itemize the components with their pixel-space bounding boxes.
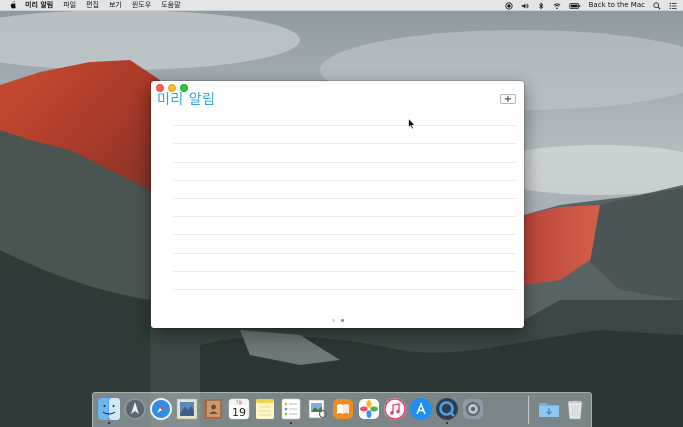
notification-center-icon[interactable] xyxy=(669,2,677,10)
bluetooth-icon[interactable] xyxy=(537,1,545,10)
menu-bar: 미리 알림 파일 편집 보기 윈도우 도움말 Back to the Mac xyxy=(0,0,683,11)
running-indicator xyxy=(108,422,110,424)
page-dot-2[interactable] xyxy=(340,319,344,322)
downloads-folder-icon[interactable] xyxy=(537,397,561,421)
wifi-icon[interactable] xyxy=(553,2,561,10)
menu-app-name[interactable]: 미리 알림 xyxy=(25,0,53,11)
dock: 7월 19 xyxy=(92,392,592,427)
add-reminder-button[interactable]: + xyxy=(500,94,516,105)
menu-window[interactable]: 윈도우 xyxy=(132,0,151,11)
list-item[interactable] xyxy=(173,108,516,127)
list-item[interactable] xyxy=(173,199,516,218)
ibooks-icon[interactable] xyxy=(331,397,355,421)
list-item[interactable] xyxy=(173,144,516,163)
finder-icon[interactable] xyxy=(97,397,121,421)
running-indicator xyxy=(446,422,448,424)
record-icon[interactable] xyxy=(505,1,513,10)
preview-icon[interactable] xyxy=(305,397,329,421)
running-indicator xyxy=(290,422,292,424)
apple-menu-icon[interactable] xyxy=(9,1,17,9)
list-item[interactable] xyxy=(173,217,516,236)
calendar-day-label: 19 xyxy=(232,406,246,419)
system-preferences-icon[interactable] xyxy=(461,397,485,421)
menu-file[interactable]: 파일 xyxy=(63,0,76,11)
list-item[interactable] xyxy=(173,181,516,199)
quicktime-icon[interactable] xyxy=(435,397,459,421)
launchpad-icon[interactable] xyxy=(123,397,147,421)
list-item[interactable] xyxy=(173,126,516,145)
mouse-pointer-icon xyxy=(408,118,416,130)
reminder-list xyxy=(173,108,516,290)
list-item[interactable] xyxy=(173,163,516,181)
page-indicator xyxy=(151,319,524,322)
status-area: Back to the Mac xyxy=(497,0,677,11)
itunes-icon[interactable] xyxy=(383,397,407,421)
reminders-icon[interactable] xyxy=(279,397,303,421)
mail-stamp-icon[interactable] xyxy=(175,397,199,421)
menu-help[interactable]: 도움말 xyxy=(161,0,180,11)
menu-view[interactable]: 보기 xyxy=(109,0,122,11)
calendar-icon[interactable]: 7월 19 xyxy=(227,397,251,421)
trash-icon[interactable] xyxy=(563,397,587,421)
page-dot-1[interactable] xyxy=(331,319,335,322)
calendar-month-label: 7월 xyxy=(236,399,243,405)
list-item[interactable] xyxy=(173,254,516,272)
notes-icon[interactable] xyxy=(253,397,277,421)
list-item[interactable] xyxy=(173,272,516,290)
reminders-window: 미리 알림 + xyxy=(151,81,524,328)
list-item[interactable] xyxy=(173,235,516,254)
contacts-icon[interactable] xyxy=(201,397,225,421)
back-to-the-mac-label[interactable]: Back to the Mac xyxy=(589,0,645,11)
menu-edit[interactable]: 편집 xyxy=(86,0,99,11)
window-title: 미리 알림 xyxy=(157,92,216,108)
spotlight-search-icon[interactable] xyxy=(653,1,661,10)
safari-icon[interactable] xyxy=(149,397,173,421)
battery-icon[interactable] xyxy=(569,2,581,10)
volume-icon[interactable] xyxy=(521,2,529,10)
photos-icon[interactable] xyxy=(357,397,381,421)
dock-separator xyxy=(528,396,529,424)
app-store-icon[interactable] xyxy=(409,397,433,421)
